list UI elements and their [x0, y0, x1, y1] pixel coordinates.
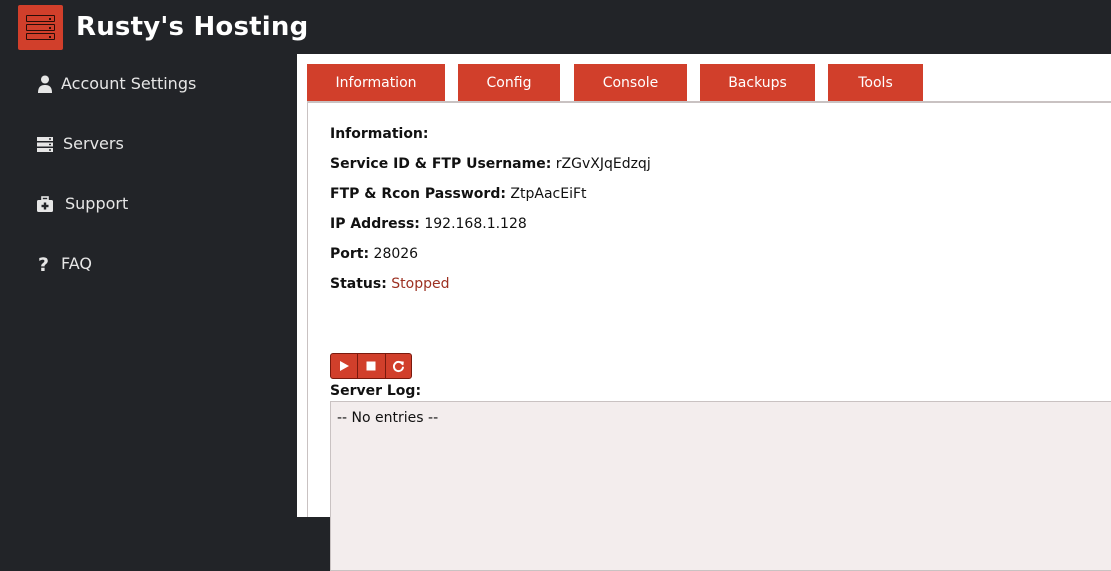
password-value: ZtpAacEiFt — [510, 186, 587, 202]
main-content: Information Config Console Backups Tools… — [297, 54, 1111, 571]
service-id-value: rZGvXJqEdzqj — [555, 156, 651, 172]
ip-address-label: IP Address: — [330, 216, 420, 232]
sidebar-item-servers[interactable]: Servers — [0, 124, 297, 164]
tab-config[interactable]: Config — [458, 64, 560, 102]
tab-backups[interactable]: Backups — [700, 64, 815, 102]
restart-button[interactable] — [386, 354, 411, 378]
sidebar-item-faq[interactable]: ? FAQ — [0, 244, 297, 284]
app-title: Rusty's Hosting — [76, 12, 309, 42]
info-heading: Information: — [330, 126, 429, 142]
server-log-label: Server Log: — [330, 383, 422, 399]
server-log[interactable]: -- No entries -- — [330, 401, 1111, 571]
medkit-icon — [37, 196, 53, 212]
status-value: Stopped — [391, 276, 450, 292]
port-row: Port: 28026 — [330, 244, 418, 264]
svg-text:?: ? — [38, 254, 49, 274]
service-id-row: Service ID & FTP Username: rZGvXJqEdzqj — [330, 154, 651, 174]
password-row: FTP & Rcon Password: ZtpAacEiFt — [330, 184, 587, 204]
service-id-label: Service ID & FTP Username: — [330, 156, 552, 172]
restart-icon — [392, 360, 404, 372]
start-button[interactable] — [331, 354, 359, 378]
port-label: Port: — [330, 246, 370, 262]
sidebar-item-support[interactable]: Support — [0, 184, 297, 224]
tab-console[interactable]: Console — [574, 64, 687, 102]
server-controls — [330, 353, 412, 379]
user-icon — [38, 75, 52, 93]
ip-address-row: IP Address: 192.168.1.128 — [330, 214, 527, 234]
sidebar-item-account-settings[interactable]: Account Settings — [0, 64, 297, 104]
server-log-content: -- No entries -- — [337, 410, 439, 426]
information-panel: Information: Service ID & FTP Username: … — [307, 103, 1111, 571]
servers-icon — [37, 137, 53, 152]
play-icon — [340, 361, 350, 371]
status-label: Status: — [330, 276, 387, 292]
sidebar-item-label: FAQ — [61, 254, 92, 273]
question-icon: ? — [38, 254, 49, 274]
password-label: FTP & Rcon Password: — [330, 186, 506, 202]
port-value: 28026 — [373, 246, 419, 262]
stop-icon — [366, 361, 376, 371]
stop-button[interactable] — [358, 354, 386, 378]
sidebar: Account Settings Servers Support ? FAQ — [0, 54, 297, 517]
sidebar-item-label: Servers — [63, 134, 124, 153]
status-row: Status: Stopped — [330, 274, 450, 294]
tab-information[interactable]: Information — [307, 64, 445, 102]
server-stack-icon — [18, 5, 63, 50]
top-bar: Rusty's Hosting — [0, 0, 1111, 54]
sidebar-item-label: Support — [65, 194, 129, 213]
sidebar-item-label: Account Settings — [61, 74, 197, 93]
tab-tools[interactable]: Tools — [828, 64, 923, 102]
ip-address-value: 192.168.1.128 — [424, 216, 527, 232]
